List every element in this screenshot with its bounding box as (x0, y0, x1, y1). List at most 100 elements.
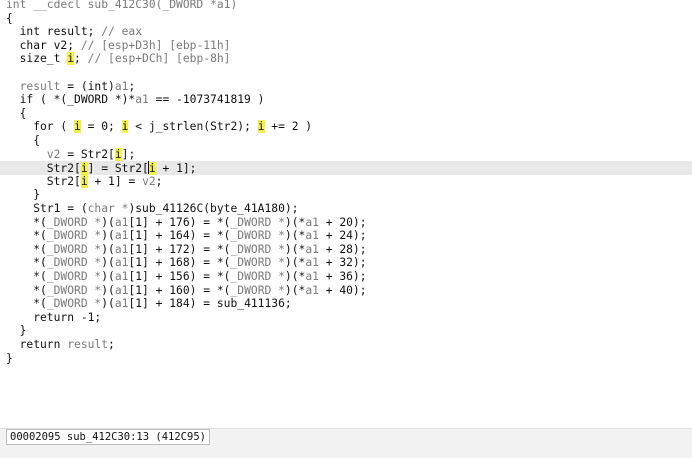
code-token: )( (101, 283, 115, 297)
code-line[interactable]: *(_DWORD *)(a1[1] + 164) = *(_DWORD *)(*… (6, 229, 367, 243)
code-token: return -1; (6, 310, 102, 324)
code-line[interactable]: Str2[i + 1] = v2; (6, 174, 163, 189)
code-line[interactable]: } (6, 352, 13, 366)
code-line[interactable]: size_t i; // [esp+DCh] [ebp-8h] (6, 52, 230, 66)
code-token: ; (74, 52, 88, 66)
code-token: )( (101, 215, 115, 229)
code-token: + 1] = (87, 174, 143, 188)
code-line[interactable]: for ( i = 0; i < j_strlen(Str2); i += 2 … (6, 120, 312, 134)
code-line[interactable]: *(_DWORD *)(a1[1] + 172) = *(_DWORD *)(*… (6, 242, 367, 257)
code-token: { (6, 134, 41, 147)
code-token: )(* (284, 242, 306, 256)
code-token: + 24); (318, 229, 367, 243)
code-line[interactable]: char v2; // [esp+D3h] [ebp-11h] (6, 38, 231, 53)
code-token: [1] + 156) = *( (128, 270, 231, 283)
code-line[interactable]: } (6, 324, 27, 338)
code-line[interactable]: { (6, 134, 40, 148)
code-line[interactable]: Str1 = (char *)sub_41126C(byte_41A180); (6, 202, 298, 216)
code-token: [1] + 168) = *( (128, 256, 231, 270)
code-token: a1 (305, 256, 319, 270)
status-address: 00002095 sub_412C30:13 (412C95) (6, 429, 210, 445)
pseudocode-view[interactable]: int __cdecl sub_412C30(_DWORD *a1){ int … (0, 0, 692, 428)
code-token: _DWORD * (46, 242, 102, 256)
highlighted-token: i (80, 162, 88, 176)
code-token: + 20); (318, 215, 367, 229)
code-token: int result; (6, 25, 102, 39)
code-token: )( (101, 270, 115, 283)
code-token: )( (101, 229, 115, 243)
code-token: if ( *(_DWORD *)* (6, 93, 136, 107)
code-line[interactable]: } (6, 188, 40, 202)
code-token: _DWORD * (46, 297, 102, 311)
code-token: _DWORD * (230, 229, 285, 243)
code-token: a1 (305, 229, 319, 243)
code-token: [1] + 176) = *( (128, 215, 231, 229)
code-line[interactable]: *(_DWORD *)(a1[1] + 168) = *(_DWORD *)(*… (6, 256, 367, 270)
code-token: _DWORD * (230, 215, 285, 229)
code-line[interactable]: *(_DWORD *)(a1[1] + 156) = *(_DWORD *)(*… (6, 270, 367, 284)
code-token: _DWORD * (230, 270, 285, 283)
code-token: a1 (305, 283, 319, 297)
code-token: = 0; (80, 120, 122, 134)
code-token: + 1]; (155, 162, 197, 176)
code-line[interactable]: int result; // eax (6, 25, 142, 39)
code-token: result (67, 338, 109, 351)
code-token: _DWORD * (230, 242, 285, 256)
code-line[interactable]: *(_DWORD *)(a1[1] + 160) = *(_DWORD *)(*… (6, 283, 366, 298)
code-line[interactable]: return -1; (6, 311, 101, 325)
code-token: size_t (6, 52, 68, 66)
highlighted-token: i (148, 162, 156, 176)
code-line[interactable]: *(_DWORD *)(a1[1] + 184) = sub_411136; (6, 297, 291, 311)
code-token: char * (87, 202, 129, 215)
code-token: a1 (114, 270, 129, 283)
code-token: a1 (114, 79, 129, 93)
code-token: // [esp+D3h] [ebp-11h] (80, 38, 231, 52)
code-token: ] = Str2[ (87, 162, 149, 176)
code-token: [1] + 172) = *( (128, 242, 231, 256)
code-token: a1 (114, 256, 129, 270)
code-line[interactable]: v2 = Str2[i]; (6, 147, 135, 162)
code-line[interactable]: result = (int)a1; (6, 79, 136, 94)
code-token: )( (101, 256, 115, 270)
code-token: *( (6, 256, 47, 270)
code-line[interactable]: return result; (6, 338, 115, 352)
code-token: ; (108, 338, 115, 351)
code-token: *( (6, 283, 47, 297)
code-token: = (int) (60, 79, 115, 93)
code-token: )sub_41126C(byte_41A180); (128, 202, 299, 215)
code-token: *( (6, 242, 47, 256)
highlighted-token: i (67, 52, 75, 66)
code-token: a1 (114, 283, 129, 297)
code-token: )(* (284, 283, 306, 297)
status-bar: 00002095 sub_412C30:13 (412C95) (0, 428, 692, 458)
code-token: char v2; (6, 38, 81, 52)
code-token: ; (128, 79, 136, 93)
code-token: return (6, 338, 68, 351)
code-token: Str1 = ( (6, 202, 88, 215)
code-token: ; (155, 174, 163, 188)
code-line[interactable]: { (6, 107, 27, 121)
code-token: *( (6, 229, 47, 243)
code-token: _DWORD * (46, 270, 102, 283)
code-line[interactable]: Str2[i] = Str2[i + 1]; (6, 161, 197, 176)
code-token: // [esp+DCh] [ebp-8h] (87, 52, 231, 66)
code-token: + 28); (318, 242, 367, 256)
code-token: v2 (142, 174, 156, 188)
code-token: [1] + 160) = *( (128, 283, 231, 297)
code-line[interactable]: *(_DWORD *)(a1[1] + 176) = *(_DWORD *)(*… (6, 215, 367, 230)
code-token: a1 (135, 93, 149, 107)
code-line[interactable]: { (6, 12, 13, 26)
code-token: v2 (46, 147, 61, 161)
code-token: [1] + 164) = *( (128, 229, 231, 243)
highlighted-token: i (257, 120, 265, 134)
code-token: )(* (284, 256, 306, 270)
code-token: { (6, 11, 13, 25)
code-token: + 32); (318, 256, 367, 270)
code-line[interactable]: if ( *(_DWORD *)*a1 == -1073741819 ) (6, 93, 265, 107)
code-token: a1 (114, 229, 129, 243)
code-token: _DWORD * (46, 215, 102, 229)
code-line[interactable]: int __cdecl sub_412C30(_DWORD *a1) (6, 0, 237, 12)
code-token: // eax (101, 25, 143, 39)
code-token: + 36); (318, 270, 367, 283)
